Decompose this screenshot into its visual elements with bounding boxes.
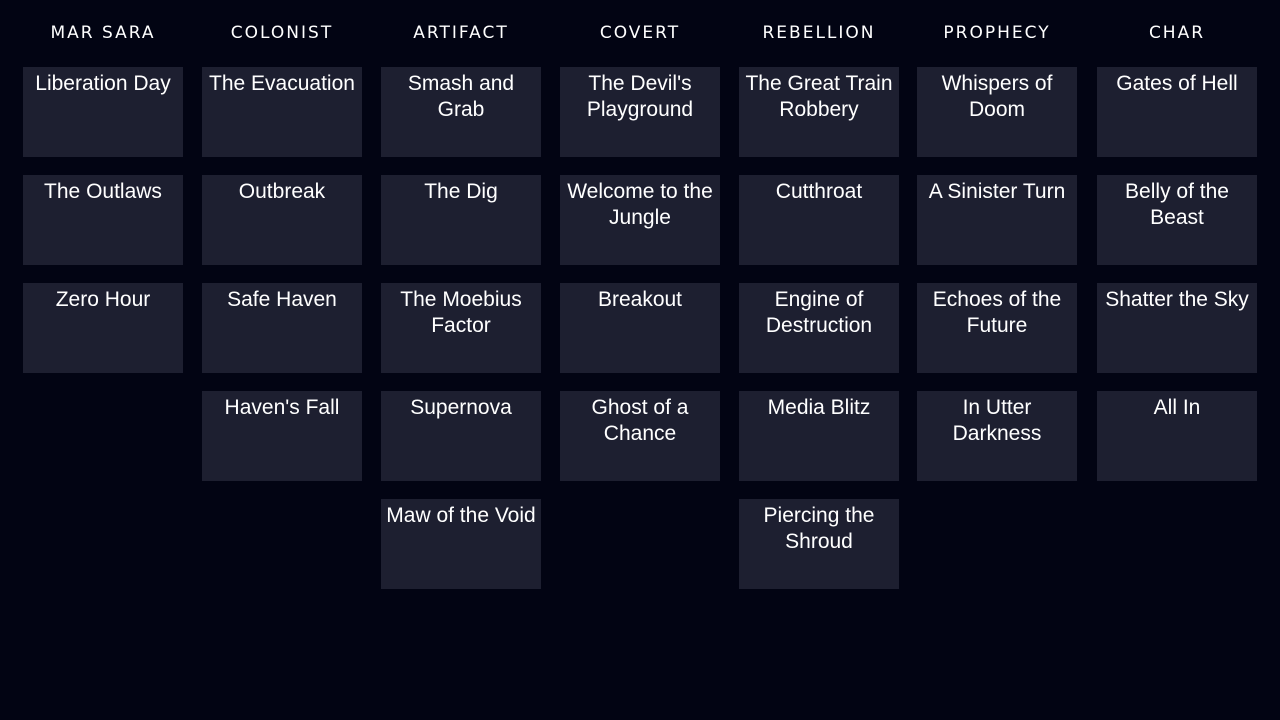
- mission-tile[interactable]: Supernova: [381, 391, 541, 481]
- mission-tile[interactable]: Cutthroat: [739, 175, 899, 265]
- mission-tile[interactable]: Haven's Fall: [202, 391, 362, 481]
- mission-title: Engine of Destruction: [765, 288, 873, 337]
- mission-title: Supernova: [410, 396, 512, 419]
- mission-title: The Evacuation: [209, 72, 355, 95]
- mission-tile[interactable]: Maw of the Void: [381, 499, 541, 589]
- mission-tile[interactable]: Liberation Day: [23, 67, 183, 157]
- mission-tile[interactable]: Echoes of the Future: [917, 283, 1077, 373]
- mission-tile[interactable]: Welcome to the Jungle: [560, 175, 720, 265]
- mission-title: Haven's Fall: [224, 396, 340, 419]
- mission-tile[interactable]: Belly of the Beast: [1097, 175, 1257, 265]
- mission-tile[interactable]: In Utter Darkness: [917, 391, 1077, 481]
- mission-title: A Sinister Turn: [928, 180, 1066, 203]
- mission-title: The Devil's Playground: [586, 72, 694, 121]
- mission-title: Piercing the Shroud: [763, 504, 875, 553]
- mission-title: Smash and Grab: [407, 72, 515, 121]
- mission-tile[interactable]: Smash and Grab: [381, 67, 541, 157]
- mission-tile[interactable]: Breakout: [560, 283, 720, 373]
- mission-title: Shatter the Sky: [1105, 288, 1249, 311]
- mission-tile[interactable]: Media Blitz: [739, 391, 899, 481]
- mission-title: Whispers of Doom: [941, 72, 1053, 121]
- mission-tile[interactable]: Whispers of Doom: [917, 67, 1077, 157]
- mission-title: Echoes of the Future: [932, 288, 1062, 337]
- column-header: PROPHECY: [943, 23, 1051, 43]
- mission-title: Safe Haven: [227, 288, 337, 311]
- column-header: MAR SARA: [50, 23, 156, 43]
- mission-title: Liberation Day: [35, 72, 171, 95]
- mission-title: In Utter Darkness: [952, 396, 1042, 445]
- mission-tile[interactable]: Piercing the Shroud: [739, 499, 899, 589]
- mission-tile[interactable]: A Sinister Turn: [917, 175, 1077, 265]
- mission-tile[interactable]: Ghost of a Chance: [560, 391, 720, 481]
- mission-title: Breakout: [597, 288, 683, 311]
- mission-title: Ghost of a Chance: [591, 396, 689, 445]
- mission-tile[interactable]: Outbreak: [202, 175, 362, 265]
- mission-title: Cutthroat: [775, 180, 863, 203]
- mission-board: MAR SARA Liberation Day The Outlaws Zero Ho…: [0, 0, 1280, 720]
- mission-tile[interactable]: Gates of Hell: [1097, 67, 1257, 157]
- mission-tile[interactable]: The Devil's Playground: [560, 67, 720, 157]
- column-header: COVERT: [599, 23, 681, 43]
- mission-title: Zero Hour: [55, 288, 151, 311]
- mission-title: Maw of the Void: [386, 504, 536, 527]
- mission-title: Gates of Hell: [1116, 72, 1238, 95]
- mission-tile[interactable]: All In: [1097, 391, 1257, 481]
- mission-title: The Moebius Factor: [400, 288, 522, 337]
- mission-title: Outbreak: [238, 180, 326, 203]
- mission-title: Welcome to the Jungle: [567, 180, 713, 229]
- mission-tile[interactable]: Shatter the Sky: [1097, 283, 1257, 373]
- mission-tile[interactable]: The Moebius Factor: [381, 283, 541, 373]
- mission-title: Media Blitz: [767, 396, 871, 419]
- mission-title: Belly of the Beast: [1125, 180, 1229, 229]
- column-header: COLONIST: [230, 23, 334, 43]
- mission-title: The Dig: [424, 180, 498, 203]
- mission-tile[interactable]: The Outlaws: [23, 175, 183, 265]
- mission-tile[interactable]: The Dig: [381, 175, 541, 265]
- mission-tile[interactable]: Engine of Destruction: [739, 283, 899, 373]
- mission-title: The Outlaws: [44, 180, 162, 203]
- column-header: ARTIFACT: [413, 23, 509, 43]
- mission-tile[interactable]: Zero Hour: [23, 283, 183, 373]
- column-header: CHAR: [1148, 23, 1206, 43]
- mission-title: The Great Train Robbery: [745, 72, 893, 121]
- mission-tile[interactable]: The Great Train Robbery: [739, 67, 899, 157]
- mission-title: All In: [1153, 396, 1201, 419]
- column-header: REBELLION: [762, 23, 876, 43]
- mission-tile[interactable]: Safe Haven: [202, 283, 362, 373]
- mission-tile[interactable]: The Evacuation: [202, 67, 362, 157]
